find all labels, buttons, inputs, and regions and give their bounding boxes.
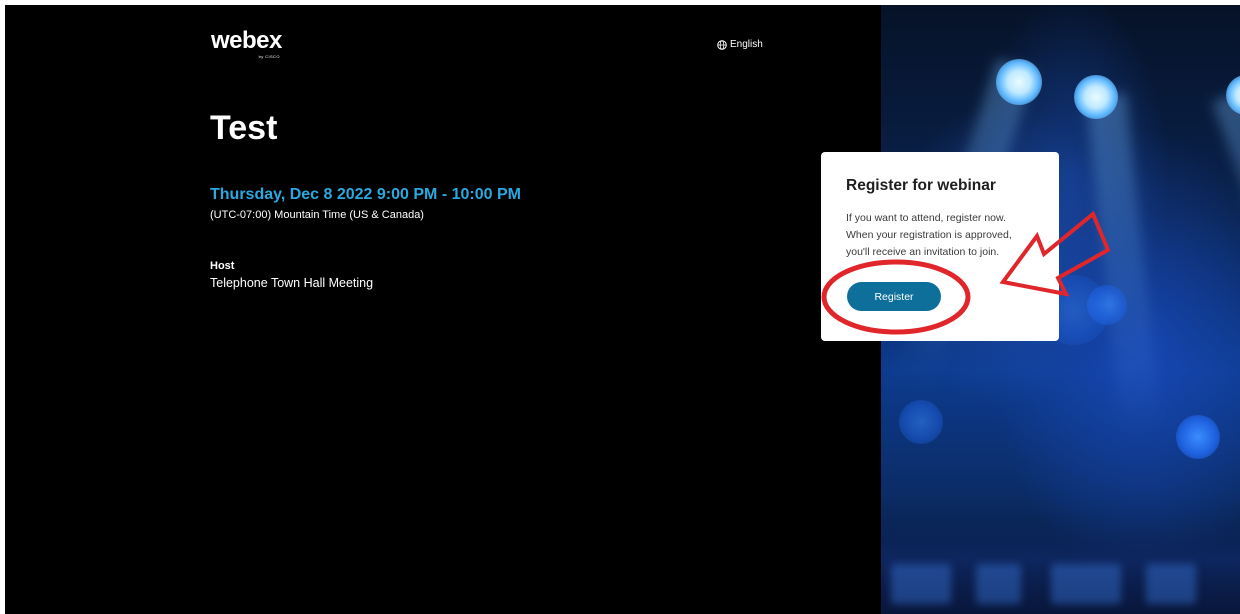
globe-icon <box>717 39 727 50</box>
host-label: Host <box>210 260 235 272</box>
event-timezone: (UTC-07:00) Mountain Time (US & Canada) <box>210 209 424 221</box>
event-datetime: Thursday, Dec 8 2022 9:00 PM - 10:00 PM <box>210 186 521 203</box>
host-name: Telephone Town Hall Meeting <box>210 276 374 290</box>
language-label: English <box>730 39 763 50</box>
register-card-heading: Register for webinar <box>846 177 996 194</box>
register-card-description: If you want to attend, register now. Whe… <box>846 212 1012 258</box>
language-selector[interactable]: English <box>717 39 763 50</box>
event-title: Test <box>210 109 278 147</box>
register-card: Register for webinar If you want to atte… <box>821 152 1059 341</box>
webex-logo: webex by CISCO <box>211 27 282 60</box>
webinar-page: webex by CISCO English Test Thursday, De… <box>5 5 1240 614</box>
logo-sub: by CISCO <box>258 54 280 59</box>
register-button[interactable]: Register <box>847 282 941 311</box>
logo-wordmark: webex <box>211 27 282 54</box>
